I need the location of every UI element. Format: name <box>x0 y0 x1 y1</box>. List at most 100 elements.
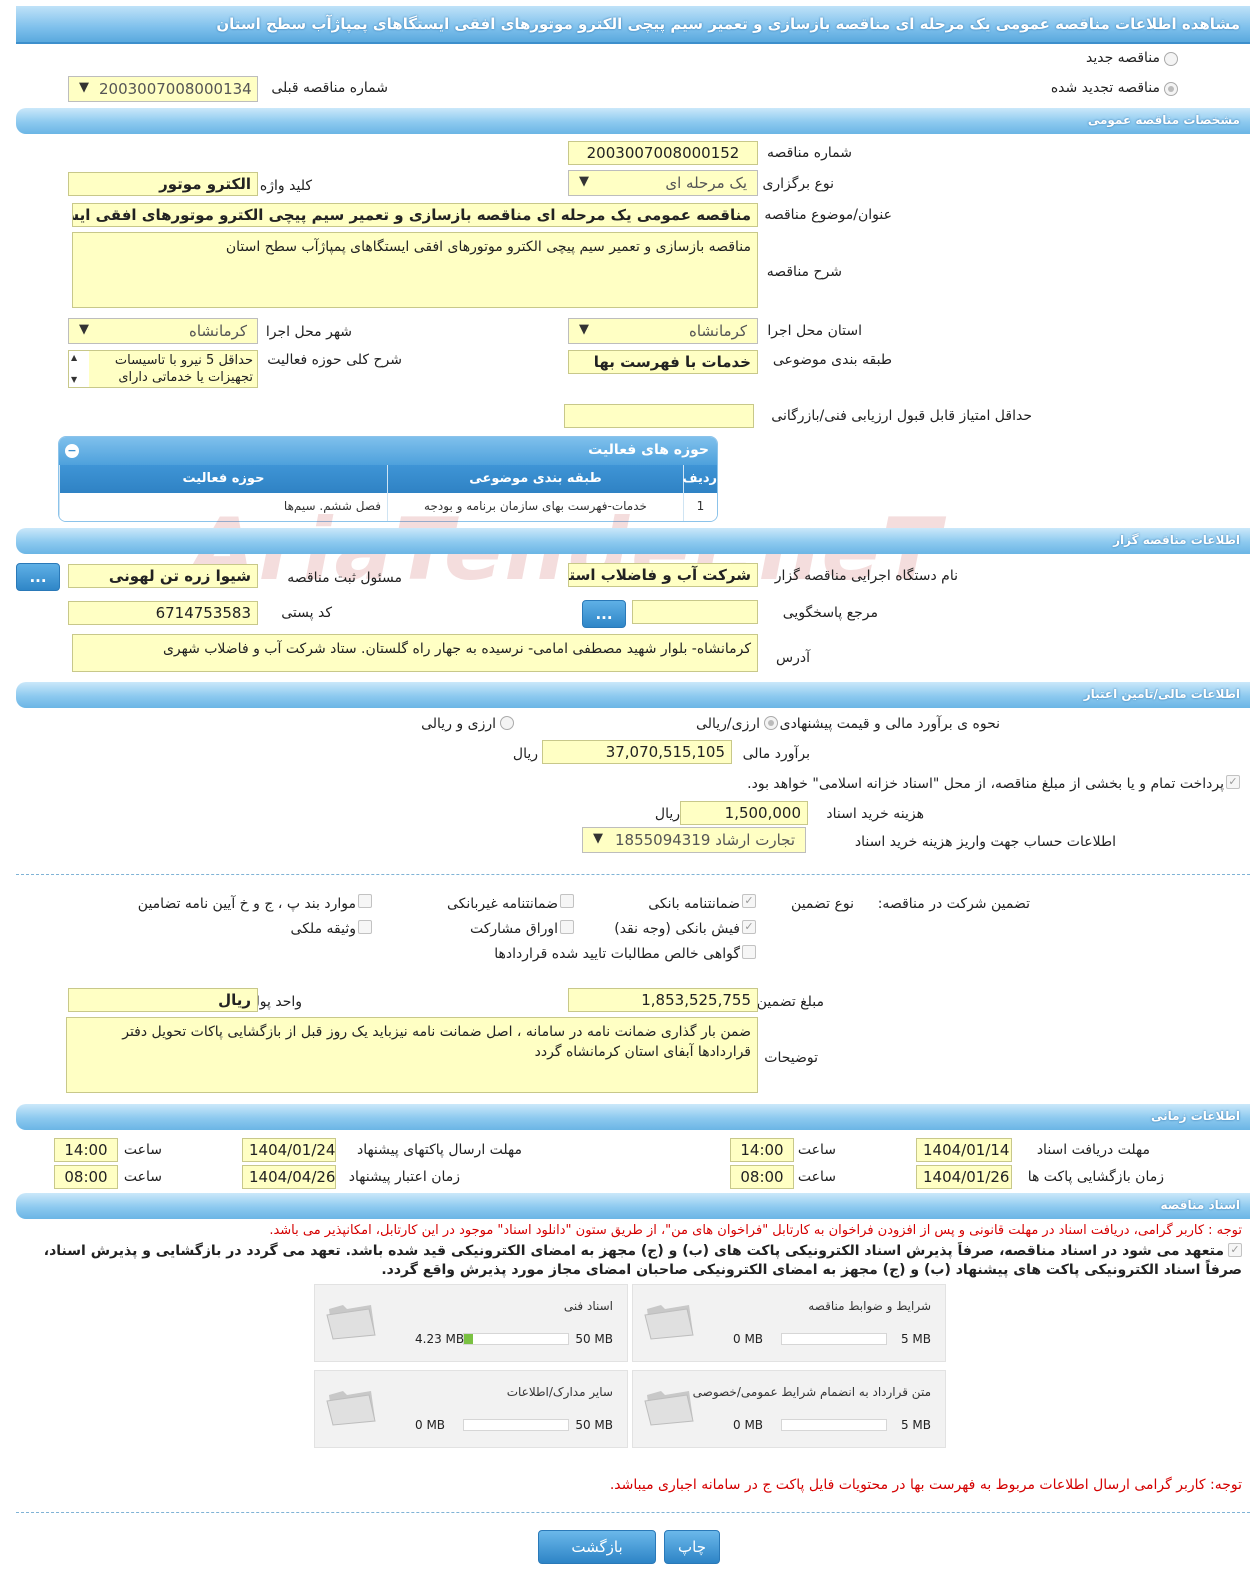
property-label: وثیقه ملکی <box>290 921 356 937</box>
col-category: طبقه بندی موضوعی <box>387 465 683 493</box>
scroll-up-icon[interactable]: ▲ <box>71 353 77 362</box>
org-name-field: شرکت آب و فاضلاب استان <box>568 563 758 587</box>
new-tender-radio[interactable] <box>1164 52 1178 66</box>
divider <box>16 1512 1250 1513</box>
progress-bar <box>463 1333 569 1345</box>
validity-label: زمان اعتبار پیشنهاد <box>348 1169 460 1185</box>
treasury-checkbox[interactable]: ✓ <box>1226 775 1240 789</box>
bank-receipt-checkbox[interactable]: ✓ <box>742 920 756 934</box>
back-button[interactable]: بازگشت <box>538 1530 656 1564</box>
doc-card-max: 5 MB <box>900 1418 931 1432</box>
holding-type-select[interactable]: ▼ یک مرحله ای <box>568 170 758 196</box>
reference-field <box>632 600 758 624</box>
open-label: زمان بازگشایی پاکت ها <box>1027 1169 1164 1185</box>
doc-card-other[interactable]: سایر مدارک/اطلاعات 50 MB 0 MB <box>314 1370 628 1448</box>
doc-card-max: 5 MB <box>900 1332 931 1346</box>
submit-time-label: ساعت <box>123 1142 162 1158</box>
clauses-checkbox[interactable] <box>358 894 372 908</box>
guarantee-type-label: نوع تضمین <box>791 896 854 912</box>
postal-label: کد پستی <box>281 605 332 621</box>
city-value: کرمانشاه <box>188 322 247 340</box>
activity-grid-header: حوزه های فعالیت − <box>59 437 717 465</box>
open-date: 1404/01/26 <box>916 1165 1012 1189</box>
account-select[interactable]: ▼ تجارت ارشاد 1855094319 <box>582 827 806 853</box>
doc-card-title: شرایط و ضوابط مناقصه <box>808 1299 931 1313</box>
reference-lookup-button[interactable]: ... <box>582 600 626 628</box>
col-row: ردیف <box>682 465 717 493</box>
commit-line2: صرفاً اسناد الکترونیکی پاکت های پیشنهاد … <box>381 1262 1242 1278</box>
estimate-field: 37,070,515,105 <box>542 740 732 764</box>
notes-label: توضیحات <box>764 1050 818 1066</box>
activity-desc-line1: حداقل 5 نیرو با تاسیسات <box>114 353 253 368</box>
doc-card-technical[interactable]: اسناد فنی 50 MB 4.23 MB <box>314 1284 628 1362</box>
min-score-field <box>564 404 754 428</box>
keyword-label: کلید واژه <box>259 178 312 194</box>
renewed-tender-radio[interactable] <box>1164 82 1178 96</box>
collapse-icon[interactable]: − <box>65 444 79 458</box>
price-list-notice: توجه: کاربر گرامی ارسال اطلاعات مربوط به… <box>609 1477 1242 1493</box>
city-select[interactable]: ▼ کرمانشاه <box>68 318 258 344</box>
doc-card-terms[interactable]: شرایط و ضوابط مناقصه 5 MB 0 MB <box>632 1284 946 1362</box>
postal-field: 6714753583 <box>68 601 258 625</box>
min-score-label: حداقل امتیاز قابل قبول ارزیابی فنی/بازرگ… <box>771 408 1032 424</box>
submit-date: 1404/01/24 <box>242 1138 336 1162</box>
category-field: خدمات با فهرست بها <box>568 350 758 374</box>
prev-number-select[interactable]: ▼ 2003007008000134 <box>68 76 258 102</box>
estimate-label: برآورد مالی <box>742 746 810 762</box>
chevron-down-icon: ▼ <box>593 831 603 846</box>
commit-checkbox[interactable]: ✓ <box>1228 1243 1242 1257</box>
registrar-lookup-button[interactable]: ... <box>16 563 60 591</box>
notes-field: ضمن بار گذاری ضمانت نامه در سامانه ، اصل… <box>66 1017 758 1093</box>
print-button[interactable]: چاپ <box>664 1530 720 1564</box>
participation-label: تضمین شرکت در مناقصه: <box>877 896 1030 912</box>
page-title: مشاهده اطلاعات مناقصه عمومی یک مرحله ای … <box>16 6 1250 44</box>
holding-type-label: نوع برگزاری <box>762 176 834 192</box>
bank-receipt-label: فیش بانکی (وجه نقد) <box>614 921 740 937</box>
keyword-field: الکترو موتور <box>68 172 258 196</box>
doc-card-contract[interactable]: متن قرارداد به انضمام شرایط عمومی/خصوصی … <box>632 1370 946 1448</box>
subject-label: عنوان/موضوع مناقصه <box>764 207 892 223</box>
bonds-label: اوراق مشارکت <box>469 921 558 937</box>
activity-desc-box[interactable]: حداقل 5 نیرو با تاسیسات تجهیزات یا خدمات… <box>68 350 258 388</box>
certificate-checkbox[interactable] <box>742 945 756 959</box>
commit-line1: متعهد می شود در اسناد مناقصه، صرفاً پذیر… <box>43 1243 1224 1259</box>
province-select[interactable]: ▼ کرمانشاه <box>568 318 758 344</box>
doc-card-max: 50 MB <box>575 1418 613 1432</box>
registrar-field: شیوا زره تن لهونی <box>68 564 258 588</box>
scroll-down-icon[interactable]: ▼ <box>71 375 77 384</box>
validity-time-label: ساعت <box>123 1169 162 1185</box>
certificate-label: گواهی خالص مطالبات تایید شده قراردادها <box>494 946 740 962</box>
cell-category: خدمات-فهرست بهای سازمان برنامه و بودجه <box>387 493 683 521</box>
guarantee-amount-label: مبلغ تضمین <box>756 994 824 1010</box>
activity-grid: حوزه های فعالیت − ردیف طبقه بندی موضوعی … <box>58 436 718 522</box>
guarantee-amount-field: 1,853,525,755 <box>568 988 758 1012</box>
prev-number-value: 2003007008000134 <box>99 80 252 98</box>
section-documents: اسناد مناقصه <box>16 1193 1250 1219</box>
bank-guarantee-checkbox[interactable]: ✓ <box>742 894 756 908</box>
bank-guarantee-label: ضمانتنامه بانکی <box>648 896 740 912</box>
doc-fee-unit: ریال <box>654 806 680 822</box>
bonds-checkbox[interactable] <box>560 920 574 934</box>
method-rial-radio[interactable] <box>764 716 778 730</box>
estimate-unit: ریال <box>512 746 538 762</box>
property-checkbox[interactable] <box>358 920 372 934</box>
description-field: مناقصه بازسازی و تعمیر سیم پیچی الکترو م… <box>72 232 758 308</box>
cell-row: 1 <box>683 493 717 521</box>
description-label: شرح مناقصه <box>766 264 842 280</box>
method-fx-radio[interactable] <box>500 716 514 730</box>
tender-number-label: شماره مناقصه <box>767 145 852 161</box>
nonbank-guarantee-checkbox[interactable] <box>560 894 574 908</box>
progress-bar <box>463 1419 569 1431</box>
doc-card-title: اسناد فنی <box>563 1299 613 1313</box>
renewed-tender-label: مناقصه تجدید شده <box>1050 80 1160 96</box>
doc-card-current: 4.23 MB <box>415 1332 465 1346</box>
prev-number-label: شماره مناقصه قبلی <box>271 80 388 96</box>
reference-label: مرجع پاسخگویی <box>782 605 878 621</box>
method-rial-label: ارزی/ریالی <box>696 716 760 732</box>
new-tender-label: مناقصه جدید <box>1085 50 1160 66</box>
table-row: 1 خدمات-فهرست بهای سازمان برنامه و بودجه… <box>59 493 717 521</box>
folder-icon <box>644 1391 694 1426</box>
method-fx-label: ارزی و ریالی <box>421 716 496 732</box>
submit-time: 14:00 <box>54 1138 118 1162</box>
doc-receive-date: 1404/01/14 <box>916 1138 1012 1162</box>
